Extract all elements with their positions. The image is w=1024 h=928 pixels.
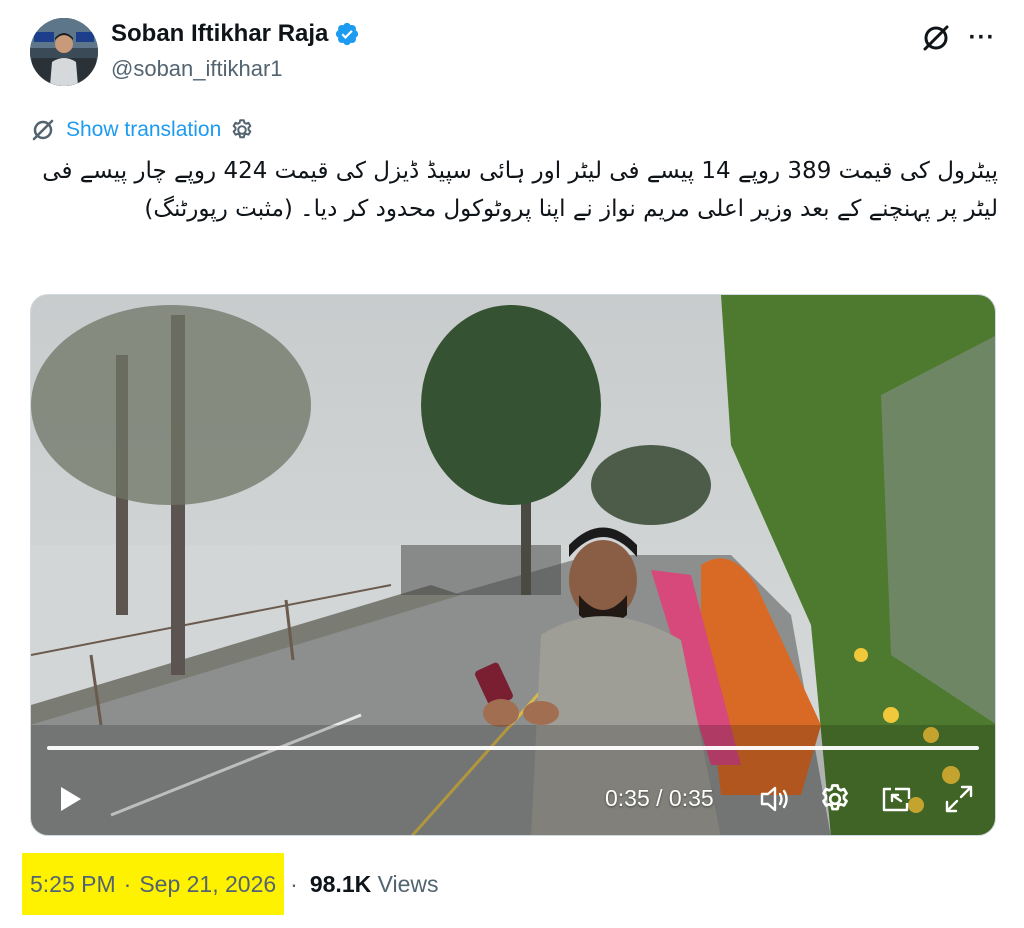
- meta-separator: ·: [123, 870, 132, 897]
- author-display-name[interactable]: Soban Iftikhar Raja: [111, 20, 328, 48]
- show-translation-link[interactable]: Show translation: [66, 118, 221, 142]
- verified-badge-icon: [334, 21, 360, 47]
- post-date: Sep 21, 2026: [139, 870, 277, 897]
- video-time: 0:35 / 0:35: [605, 785, 714, 811]
- views-count[interactable]: 98.1K Views: [310, 871, 439, 898]
- meta-separator: ·: [290, 870, 298, 897]
- play-icon[interactable]: [55, 783, 85, 815]
- translation-row: Show translation: [30, 116, 255, 144]
- grok-icon: [30, 117, 56, 143]
- views-label: Views: [377, 870, 439, 897]
- video-controls: 0:35 / 0:35: [31, 765, 995, 825]
- picture-in-picture-icon[interactable]: [879, 781, 915, 817]
- tweet-text: پیٹرول کی قیمت 389 روپے 14 پیسے فی لیٹر …: [42, 158, 998, 222]
- tweet-header: Soban Iftikhar Raja @soban_iftikhar1 ···: [30, 16, 1010, 88]
- volume-icon[interactable]: [757, 781, 793, 817]
- fullscreen-icon[interactable]: [941, 781, 977, 817]
- video-progress-bar[interactable]: [47, 746, 979, 750]
- timestamp-highlight[interactable]: 5:25 PM · Sep 21, 2026: [22, 853, 285, 915]
- post-time: 5:25 PM: [30, 870, 116, 897]
- translation-settings-icon[interactable]: [229, 117, 255, 143]
- author-handle[interactable]: @soban_iftikhar1: [111, 56, 283, 82]
- grok-icon[interactable]: [918, 20, 954, 56]
- video-frame: [31, 295, 995, 835]
- avatar[interactable]: [30, 18, 98, 86]
- views-number: 98.1K: [309, 870, 372, 897]
- settings-gear-icon[interactable]: [817, 781, 853, 817]
- more-options-button[interactable]: ···: [964, 20, 1000, 56]
- video-player[interactable]: 0:35 / 0:35: [30, 294, 996, 836]
- tweet-meta: 5:25 PM · Sep 21, 2026 · 98.1K Views: [22, 853, 439, 915]
